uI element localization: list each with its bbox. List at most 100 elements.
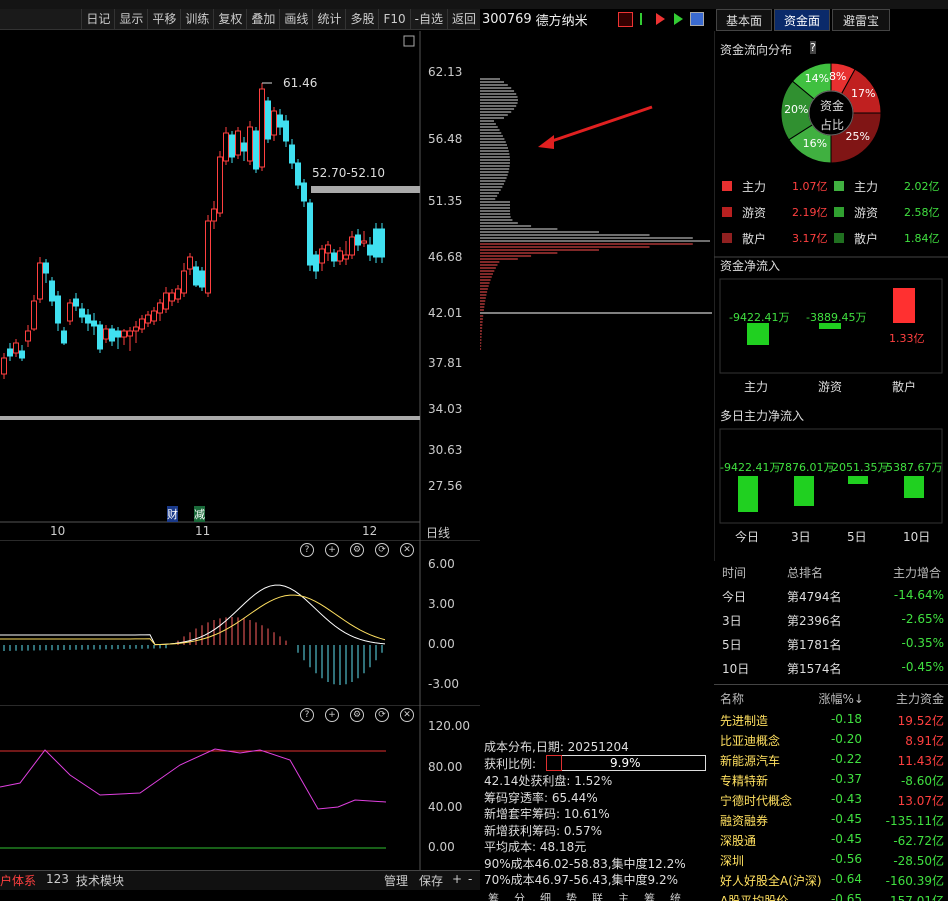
toolbar-btn-2[interactable]: 平移 (147, 8, 180, 30)
sector-name-5[interactable]: 融资融券 (720, 812, 768, 829)
candle-body-39 (235, 130, 241, 156)
bottom-action-3[interactable]: - (468, 872, 472, 886)
help-icon[interactable]: ? (810, 41, 816, 54)
multi-day-bar-3 (904, 476, 924, 498)
candle-body-2 (13, 342, 19, 354)
close-icon[interactable]: ✕ (400, 543, 414, 557)
sector-name-2[interactable]: 新能源汽车 (720, 752, 780, 769)
chip-distribution-chart[interactable] (480, 31, 714, 361)
candle-body-14 (85, 314, 91, 324)
settings-icon[interactable] (618, 12, 633, 27)
panel-tab-0[interactable]: 基本面 (716, 9, 772, 31)
candle-body-53 (319, 248, 325, 264)
sector-name-7[interactable]: 深圳 (720, 852, 744, 869)
rank-header-2: 主力增合 (893, 566, 942, 580)
image-icon[interactable] (690, 12, 704, 26)
mid-tab-7[interactable]: 统 (670, 890, 681, 901)
price-tick-7: 30.63 (428, 443, 463, 457)
toolbar-btn-11[interactable]: 返回 (446, 8, 480, 30)
kdj-refresh-icon[interactable]: ⟳ (375, 708, 389, 722)
mid-tab-2[interactable]: 细 (540, 890, 551, 901)
stock-title-bar: 300769 德方纳米 (480, 9, 712, 30)
refresh-icon[interactable]: ⟳ (375, 543, 389, 557)
legend-label-4: 散户 (742, 232, 767, 246)
bottom-tab-0[interactable]: 户体系 (0, 872, 36, 889)
toolbar-btn-9[interactable]: F10 (378, 8, 409, 30)
help-icon[interactable]: ? (300, 543, 314, 557)
bottom-action-1[interactable]: 保存 (419, 872, 443, 889)
sector-name-3[interactable]: 专精特新 (720, 772, 768, 789)
multi-day-val-0: -9422.41万 (720, 461, 781, 474)
mid-tab-0[interactable]: 筹 (488, 890, 499, 901)
sector-pct-8: -0.64 (830, 872, 862, 886)
sector-pct-4: -0.43 (830, 792, 862, 806)
candle-body-45 (271, 110, 277, 136)
mid-tab-4[interactable]: 联 (592, 890, 603, 901)
cost-title: 成本分布,日期: 20251204 (484, 740, 629, 754)
settings-icon[interactable]: ⚙ (350, 543, 364, 557)
toolbar-btn-6[interactable]: 画线 (279, 8, 312, 30)
bottom-tab-1[interactable]: 123 (46, 872, 69, 886)
rank-cell-2-2: -0.35% (901, 636, 944, 650)
sector-name-9[interactable]: A股平均股价 (720, 892, 788, 901)
toolbar-btn-7[interactable]: 统计 (312, 8, 345, 30)
date-tick-2: 12 (362, 524, 378, 538)
kdj-close-icon[interactable]: ✕ (400, 708, 414, 722)
sector-header-0: 名称 (720, 692, 745, 706)
mid-tab-5[interactable]: 主 (618, 890, 629, 901)
play-icon[interactable] (674, 13, 683, 25)
mid-tab-1[interactable]: 分 (514, 890, 525, 901)
candle-body-29 (175, 288, 181, 300)
kdj-chart[interactable] (0, 705, 480, 870)
pie-label-2: 25% (845, 130, 870, 144)
legend-swatch-1 (834, 181, 844, 191)
net-flow-val-0: -9422.41万 (729, 311, 790, 324)
pie-label-1: 17% (850, 86, 876, 100)
candle-body-20 (121, 330, 127, 338)
cost-line-3: 新增获利筹码: 0.57% (484, 823, 602, 838)
macd-chart[interactable] (0, 540, 480, 705)
legend-value-5: 1.84亿 (904, 232, 940, 245)
legend-label-2: 游资 (742, 206, 767, 220)
legend-swatch-5 (834, 233, 844, 243)
candle-body-55 (331, 252, 337, 262)
net-flow-val-1: -3889.45万 (806, 311, 867, 324)
candle-body-30 (181, 270, 187, 294)
kdj-zoom-icon[interactable]: + (325, 708, 339, 722)
sector-name-4[interactable]: 宁德时代概念 (720, 792, 792, 809)
price-tick-0: 62.13 (428, 65, 463, 79)
sector-name-0[interactable]: 先进制造 (720, 712, 768, 729)
bottom-tab-2[interactable]: 技术模块 (76, 872, 124, 889)
toolbar-btn-0[interactable]: 日记 (81, 8, 114, 30)
sector-name-1[interactable]: 比亚迪概念 (720, 732, 780, 749)
zoom-icon[interactable]: + (325, 543, 339, 557)
resistance-bar (311, 186, 420, 193)
mid-tab-6[interactable]: 筹 (644, 890, 655, 901)
kdj-help-icon[interactable]: ? (300, 708, 314, 722)
toolbar-btn-8[interactable]: 多股 (345, 8, 378, 30)
panel-tab-1[interactable]: 资金面 (774, 9, 830, 31)
net-flow-bar-2 (893, 288, 915, 323)
mid-tab-3[interactable]: 势 (566, 890, 577, 901)
legend-value-3: 2.58亿 (904, 206, 940, 219)
panel-tab-2[interactable]: 避雷宝 (832, 9, 890, 31)
kdj-settings-icon[interactable]: ⚙ (350, 708, 364, 722)
bottom-action-2[interactable]: + (452, 872, 462, 886)
sector-fund-3: -8.60亿 (900, 774, 944, 788)
sector-name-8[interactable]: 好人好股全A(沪深) (720, 872, 822, 889)
bottom-action-0[interactable]: 管理 (384, 872, 408, 889)
candle-body-33 (199, 270, 205, 288)
toolbar-btn-4[interactable]: 复权 (213, 8, 246, 30)
flag-icon[interactable] (640, 13, 650, 25)
arrow-icon[interactable] (656, 13, 665, 25)
toolbar-btn-10[interactable]: -自选 (409, 8, 447, 30)
kline-chart[interactable] (0, 31, 480, 540)
sector-pct-7: -0.56 (830, 852, 862, 866)
rank-cell-3-1: 第1574名 (787, 662, 842, 676)
toolbar-btn-1[interactable]: 显示 (114, 8, 147, 30)
legend-swatch-3 (834, 207, 844, 217)
toolbar-btn-5[interactable]: 叠加 (246, 8, 279, 30)
badge-cai: 财 (167, 506, 178, 522)
toolbar-btn-3[interactable]: 训练 (180, 8, 213, 30)
sector-name-6[interactable]: 深股通 (720, 832, 756, 849)
